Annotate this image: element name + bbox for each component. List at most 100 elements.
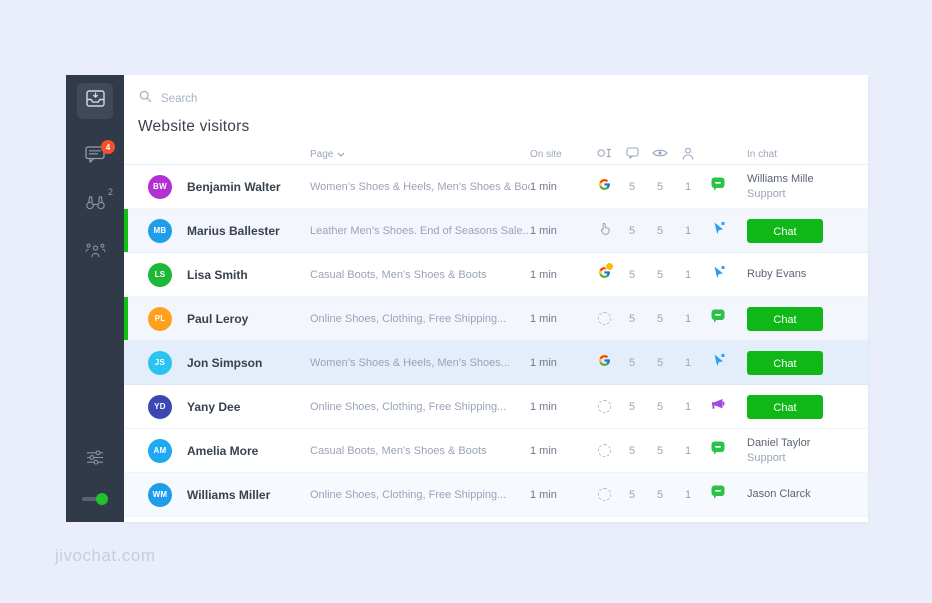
sidebar: 4 2 (66, 75, 124, 522)
views-count: 5 (656, 312, 664, 325)
views-count: 5 (656, 488, 664, 501)
avatar: WM (148, 482, 172, 507)
chat-bubble-green-icon (711, 309, 725, 328)
sidebar-item-team[interactable] (83, 243, 107, 263)
column-header-visitor[interactable] (674, 147, 702, 163)
in-chat-agent: Daniel Taylor (747, 436, 811, 449)
visitors-binoculars-icon (85, 195, 106, 215)
visitor-rows: BW Benjamin Walter Women’s Shoes & Heels… (124, 165, 868, 517)
column-header-inchat[interactable]: In chat (734, 149, 868, 160)
column-inchat-label: In chat (747, 149, 778, 160)
search-icon (139, 90, 152, 108)
visitor-name: Marius Ballester (187, 223, 280, 238)
page-title: Website visitors (138, 118, 250, 135)
views-count: 5 (656, 400, 664, 413)
visitors-panel: Search Website visitors Page On site In … (124, 75, 868, 522)
visitor-page: Leather Men’s Shoes. End of Seasons Sale… (310, 224, 530, 237)
on-site-time: 1 min (530, 224, 557, 237)
avatar: MB (148, 218, 172, 243)
visitor-page: Casual Boots, Men’s Shoes & Boots (310, 268, 487, 281)
cursor-blue-icon (712, 221, 725, 240)
chat-button[interactable]: Chat (747, 306, 823, 331)
active-chat-indicator (124, 209, 128, 252)
brand-watermark: jivochat.com (55, 546, 156, 565)
direct-dashed-circle-icon (597, 488, 611, 501)
sidebar-item-inbox[interactable] (77, 83, 113, 119)
visitor-row-marius-ballester[interactable]: MB Marius Ballester Leather Men’s Shoes.… (124, 209, 868, 253)
avatar: YD (148, 394, 172, 419)
chats-count: 5 (628, 488, 636, 501)
visitor-name: Lisa Smith (187, 267, 248, 282)
cursor-blue-icon (712, 353, 725, 372)
views-eye-icon (652, 148, 668, 161)
visitor-page: Women’s Shoes & Heels, Men’s Shoes & Boo… (310, 180, 530, 193)
ads-badge-dot (605, 261, 614, 271)
column-header-page[interactable]: Page (310, 149, 530, 160)
visits-count: 1 (684, 356, 692, 369)
column-onsite-label: On site (530, 149, 562, 160)
visitor-row-lisa-smith[interactable]: LS Lisa Smith Casual Boots, Men’s Shoes … (124, 253, 868, 297)
chats-count: 5 (628, 400, 636, 413)
in-chat-team: Support (747, 187, 786, 200)
avatar: AM (148, 438, 172, 463)
column-header-onsite[interactable]: On site (530, 149, 590, 160)
visits-count: 1 (684, 268, 692, 281)
column-header-source[interactable] (590, 148, 618, 161)
views-count: 5 (656, 268, 664, 281)
sidebar-item-chats[interactable]: 4 (83, 140, 115, 167)
in-chat-agent: Jason Clarck (747, 488, 811, 501)
visitor-row-yany-dee[interactable]: YD Yany Dee Online Shoes, Clothing, Free… (124, 385, 868, 429)
visitor-row-benjamin-walter[interactable]: BW Benjamin Walter Women’s Shoes & Heels… (124, 165, 868, 209)
column-header-chats[interactable] (618, 147, 646, 162)
app-canvas: 4 2 Search Website visitors Page On site… (0, 0, 932, 603)
in-chat-team: Support (747, 451, 786, 464)
online-status-toggle[interactable] (82, 492, 108, 506)
on-site-time: 1 min (530, 312, 557, 325)
views-count: 5 (656, 444, 664, 457)
on-site-time: 1 min (530, 356, 557, 369)
visitor-page: Online Shoes, Clothing, Free Shipping... (310, 400, 507, 413)
on-site-time: 1 min (530, 444, 557, 457)
visitor-row-amelia-more[interactable]: AM Amelia More Casual Boots, Men’s Shoes… (124, 429, 868, 473)
on-site-time: 1 min (530, 180, 557, 193)
visits-count: 1 (684, 400, 692, 413)
column-header-views[interactable] (646, 148, 674, 161)
avatar: PL (148, 306, 172, 331)
chevron-down-icon (337, 149, 345, 160)
chat-button[interactable]: Chat (747, 394, 823, 419)
toggle-knob (96, 493, 108, 505)
chats-count: 5 (628, 444, 636, 457)
visitor-name: Paul Leroy (187, 311, 249, 326)
unread-chats-badge: 4 (101, 140, 115, 154)
chat-button[interactable]: Chat (747, 350, 823, 375)
chats-count: 5 (628, 180, 636, 193)
chats-bubble-icon (625, 147, 639, 162)
visitor-row-paul-leroy[interactable]: PL Paul Leroy Online Shoes, Clothing, Fr… (124, 297, 868, 341)
views-count: 5 (656, 356, 664, 369)
megaphone-purple-icon (711, 398, 725, 416)
visits-count: 1 (684, 488, 692, 501)
in-chat-agent: Ruby Evans (747, 268, 807, 281)
sidebar-item-visitors[interactable]: 2 (83, 187, 113, 215)
visitor-name: Williams Miller (187, 487, 271, 502)
sidebar-item-settings[interactable] (83, 450, 107, 470)
visitor-page: Online Shoes, Clothing, Free Shipping... (310, 312, 507, 325)
chats-count: 5 (628, 356, 636, 369)
direct-dashed-circle-icon (597, 312, 611, 325)
active-chat-indicator (124, 297, 128, 340)
table-header: Page On site In chat (124, 145, 868, 165)
chat-bubble-green-icon (711, 485, 725, 504)
visits-count: 1 (684, 312, 692, 325)
avatar: JS (148, 350, 172, 375)
avatar: BW (148, 174, 172, 199)
chat-button[interactable]: Chat (747, 218, 823, 243)
visitor-row-williams-miller[interactable]: WM Williams Miller Online Shoes, Clothin… (124, 473, 868, 517)
chats-count: 5 (628, 312, 636, 325)
views-count: 5 (656, 180, 664, 193)
visitor-page: Online Shoes, Clothing, Free Shipping... (310, 488, 507, 501)
google-icon (598, 354, 611, 372)
google-ads-icon (598, 261, 614, 284)
search-input[interactable]: Search (124, 75, 868, 108)
visitor-row-jon-simpson[interactable]: JS Jon Simpson Women’s Shoes & Heels, Me… (124, 341, 868, 385)
on-site-time: 1 min (530, 268, 557, 281)
